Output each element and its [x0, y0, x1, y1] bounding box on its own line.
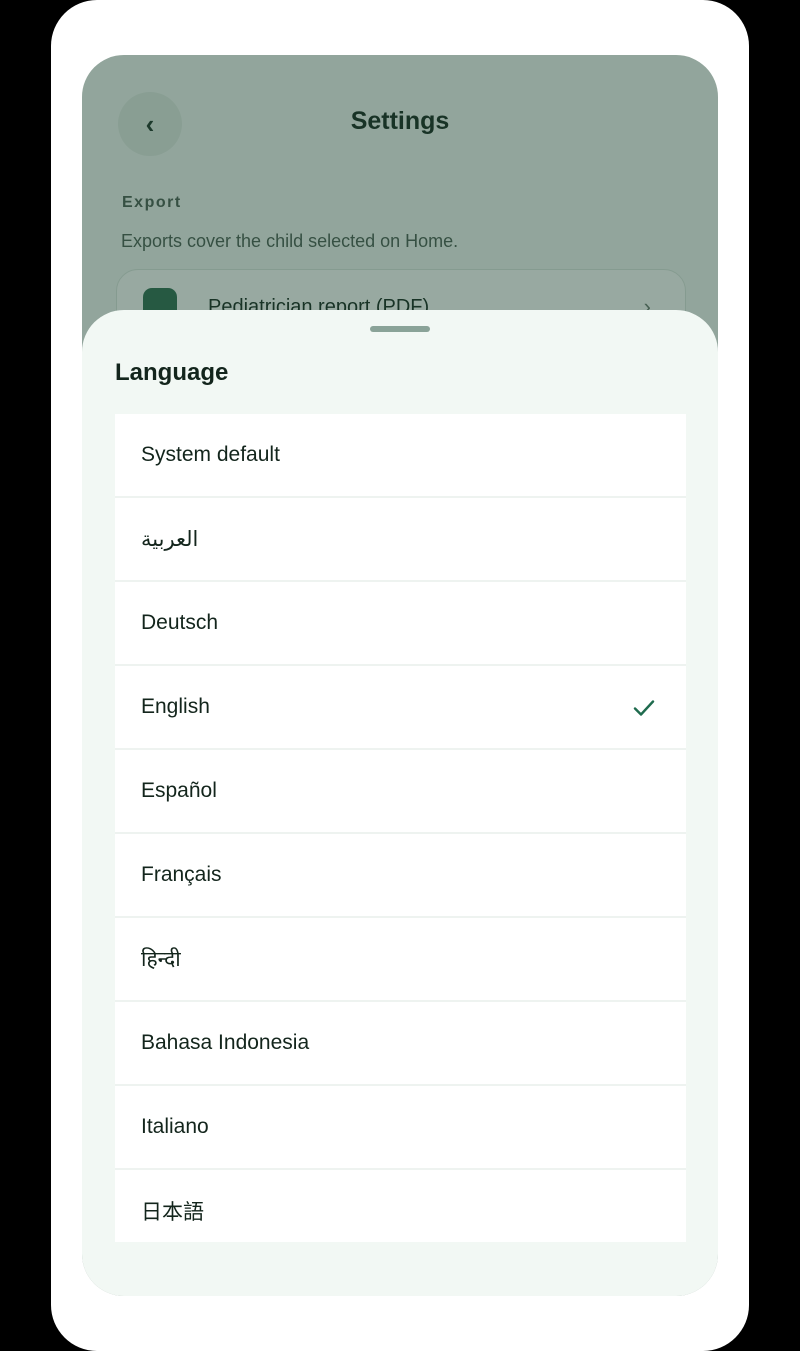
language-option-german[interactable]: Deutsch: [115, 582, 686, 666]
language-label: العربية: [141, 527, 199, 551]
language-label: Français: [141, 863, 222, 886]
language-label: 日本語: [141, 1201, 204, 1224]
language-option-indonesian[interactable]: Bahasa Indonesia: [115, 1002, 686, 1086]
language-label: हिन्दी: [141, 948, 181, 971]
language-option-system-default[interactable]: System default: [115, 414, 686, 498]
drag-handle[interactable]: [370, 326, 430, 332]
screen: ‹ Settings Export Exports cover the chil…: [82, 55, 718, 1296]
checkmark-icon: [633, 700, 655, 716]
language-option-english[interactable]: English: [115, 666, 686, 750]
language-bottom-sheet: Language System default العربية Deutsch …: [82, 310, 718, 1296]
language-label: Deutsch: [141, 611, 219, 634]
language-option-arabic[interactable]: العربية: [115, 498, 686, 582]
language-option-spanish[interactable]: Español: [115, 750, 686, 834]
language-list: System default العربية Deutsch English E…: [115, 414, 686, 1242]
language-label: Bahasa Indonesia: [141, 1031, 310, 1054]
language-label: System default: [141, 443, 280, 466]
language-label: Español: [141, 779, 217, 802]
language-option-hindi[interactable]: हिन्दी: [115, 918, 686, 1002]
language-option-french[interactable]: Français: [115, 834, 686, 918]
language-label: Italiano: [141, 1115, 209, 1138]
sheet-title: Language: [115, 359, 229, 386]
language-label: English: [141, 695, 210, 718]
language-option-italian[interactable]: Italiano: [115, 1086, 686, 1170]
language-option-japanese[interactable]: 日本語: [115, 1170, 686, 1242]
